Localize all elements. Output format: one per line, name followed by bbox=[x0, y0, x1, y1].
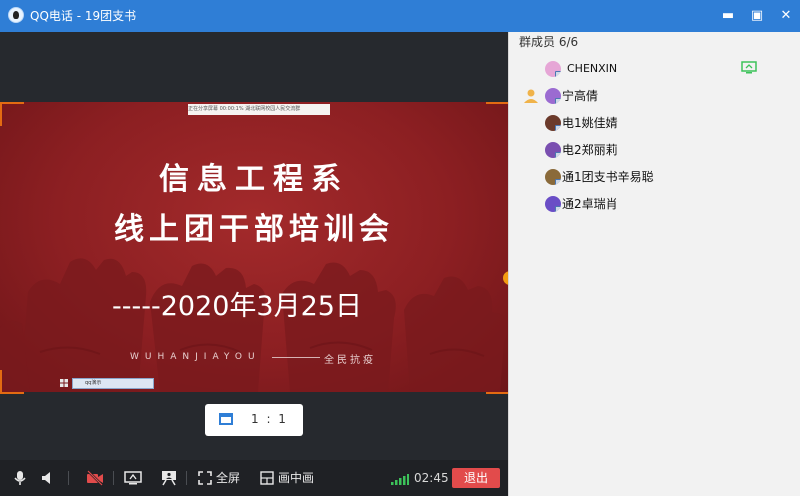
slide-subtitle-divider bbox=[272, 357, 320, 358]
call-timer: 02:45 bbox=[414, 471, 449, 485]
toolbar-divider bbox=[68, 471, 69, 485]
shared-taskbar-label: qq演示 bbox=[85, 380, 102, 386]
presentation-icon bbox=[162, 471, 176, 486]
share-frame-corner-br bbox=[486, 370, 510, 394]
view-ratio-label: 1 : 1 bbox=[251, 412, 288, 426]
microphone-button[interactable] bbox=[12, 460, 28, 496]
toolbar-divider bbox=[113, 471, 114, 485]
member-panel: 群成员 6/6 CHENXIN 宁高倩 电1姚佳婧 电2郑丽莉 通1团支书辛易聪… bbox=[508, 32, 800, 496]
window-title: QQ电话 - 19团支书 bbox=[30, 9, 137, 23]
slide-title-line2: 线上团干部培训会 bbox=[114, 212, 394, 247]
signal-strength-icon bbox=[391, 474, 409, 485]
avatar bbox=[545, 88, 561, 104]
speaker-button[interactable] bbox=[40, 460, 56, 496]
view-ratio-button[interactable]: 1 : 1 bbox=[205, 404, 303, 436]
avatar bbox=[545, 115, 561, 131]
avatar bbox=[545, 61, 561, 77]
slide-subtitle-cn: 全民抗疫 bbox=[324, 355, 376, 366]
member-name: CHENXIN bbox=[567, 62, 618, 75]
slide-date: -----2020年3月25日 bbox=[112, 291, 362, 322]
member-name: 宁高倩 bbox=[562, 89, 599, 103]
share-frame-corner-bl bbox=[0, 370, 24, 394]
member-name: 通1团支书辛易聪 bbox=[562, 170, 654, 184]
picture-in-picture-button[interactable]: 画中画 bbox=[260, 460, 320, 496]
minimize-button[interactable]: ▬ bbox=[718, 6, 738, 26]
qq-logo-icon bbox=[8, 7, 24, 23]
host-icon bbox=[524, 89, 538, 103]
member-count-header: 群成员 6/6 bbox=[519, 35, 579, 49]
microphone-icon bbox=[14, 471, 26, 485]
screen-share-icon[interactable] bbox=[741, 61, 757, 75]
share-frame-corner-tr bbox=[486, 102, 510, 126]
shared-slide: 正在分享屏幕 00:00:1% 湖北联网校园人民交流群 信息工程系 线上团干部培… bbox=[0, 102, 508, 392]
share-frame-corner-tl bbox=[0, 102, 24, 126]
fullscreen-label: 全屏 bbox=[216, 471, 241, 485]
member-name: 电2郑丽莉 bbox=[562, 143, 618, 157]
fullscreen-icon bbox=[198, 471, 212, 485]
picture-in-picture-icon bbox=[260, 471, 274, 485]
close-button[interactable]: ✕ bbox=[776, 6, 796, 26]
camera-off-button[interactable] bbox=[86, 460, 104, 496]
avatar bbox=[545, 142, 561, 158]
title-bar: QQ电话 - 19团支书 ▬ ▣ ✕ bbox=[0, 0, 800, 32]
screen-share-area: 正在分享屏幕 00:00:1% 湖北联网校园人民交流群 信息工程系 线上团干部培… bbox=[0, 32, 511, 460]
windows-start-icon bbox=[60, 379, 68, 387]
member-row[interactable]: CHENXIN bbox=[509, 56, 800, 82]
camera-off-icon bbox=[87, 470, 103, 486]
maximize-button[interactable]: ▣ bbox=[747, 6, 767, 26]
member-row[interactable]: 宁高倩 bbox=[509, 83, 800, 109]
speaker-icon bbox=[42, 472, 50, 484]
member-name: 电1姚佳婧 bbox=[562, 116, 618, 130]
share-status-bar: 正在分享屏幕 00:00:1% 湖北联网校园人民交流群 bbox=[188, 104, 330, 115]
exit-call-button[interactable]: 退出 bbox=[452, 468, 500, 488]
demo-board-button[interactable] bbox=[160, 460, 178, 496]
shared-taskbar-item: qq演示 bbox=[72, 378, 154, 389]
picture-in-picture-label: 画中画 bbox=[278, 471, 315, 485]
member-name: 通2卓瑞肖 bbox=[562, 197, 618, 211]
slide-subtitle-en: WUHANJIAYOU bbox=[130, 352, 261, 362]
window-icon bbox=[219, 413, 233, 425]
member-row[interactable]: 通2卓瑞肖 bbox=[509, 191, 800, 217]
slide-title-line1: 信息工程系 bbox=[159, 162, 349, 197]
call-toolbar: 全屏 画中画 02:45 退出 bbox=[0, 460, 508, 496]
member-row[interactable]: 通1团支书辛易聪 bbox=[509, 164, 800, 190]
fullscreen-button[interactable]: 全屏 bbox=[198, 460, 242, 496]
avatar bbox=[545, 169, 561, 185]
member-row[interactable]: 电1姚佳婧 bbox=[509, 110, 800, 136]
share-screen-icon bbox=[124, 471, 142, 485]
toolbar-divider bbox=[186, 471, 187, 485]
avatar bbox=[545, 196, 561, 212]
member-row[interactable]: 电2郑丽莉 bbox=[509, 137, 800, 163]
share-screen-button[interactable] bbox=[124, 460, 142, 496]
